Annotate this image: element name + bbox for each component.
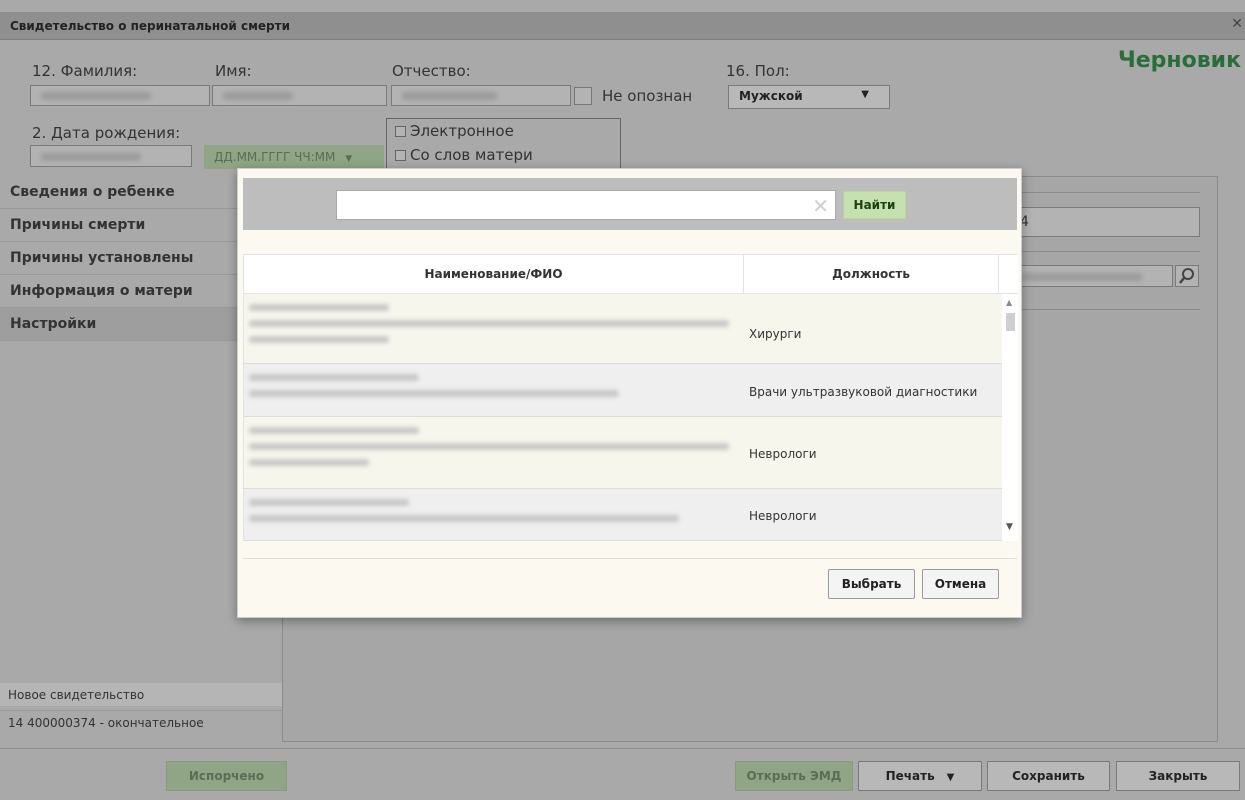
chevron-down-icon: ▼ [345,154,353,164]
checkbox-icon[interactable] [395,149,406,161]
status-label: Черновик [1117,48,1241,73]
find-button[interactable]: Найти [843,191,906,219]
name-field[interactable] [212,85,387,106]
chevron-down-icon: ▼ [861,89,869,100]
electronic-option[interactable]: Электронное [395,122,514,140]
scroll-down-icon[interactable]: ▼ [1006,522,1013,532]
name-cell [249,304,739,352]
datetime-picker[interactable]: ДД.ММ.ГГГГ ЧЧ:ММ ▼ [204,145,384,169]
cancel-button[interactable]: Отмена [922,569,999,599]
column-position[interactable]: Должность [744,255,999,294]
search-button[interactable] [1175,265,1199,287]
sex-select[interactable]: Мужской ▼ [728,85,890,109]
window-title: Свидетельство о перинатальной смерти [10,19,290,33]
surname-field[interactable] [30,85,210,106]
table-row[interactable]: Врачи ультразвуковой диагностики [244,364,1002,417]
open-emd-button[interactable]: Открыть ЭМД [735,761,853,791]
chevron-down-icon: ▼ [946,772,955,783]
divider [1013,309,1200,310]
divider [1013,251,1200,252]
employee-search-field[interactable] [1013,265,1173,287]
table-scrollbar[interactable]: ▲ ▼ [1002,294,1018,541]
employee-table: Наименование/ФИО Должность Хирурги Врачи… [243,254,1018,541]
unidentified-label: Не опознан [602,87,693,105]
sidebar-item-label: Причины смерти [10,217,146,233]
number-field[interactable]: 4 [1013,207,1200,237]
name-cell [249,374,739,406]
print-button[interactable]: Печать ▼ [858,761,982,791]
close-icon[interactable]: ✕ [1231,16,1243,32]
divider [1013,192,1200,193]
select-button[interactable]: Выбрать [828,569,915,599]
unidentified-checkbox[interactable] [574,87,592,105]
electronic-label: Электронное [410,122,514,140]
divider [243,558,1017,559]
surname-label: 12. Фамилия: [32,62,138,80]
table-row[interactable]: Неврологи [244,417,1002,489]
checkbox-icon[interactable] [395,125,406,137]
sidebar-item-label: Сведения о ребенке [10,184,175,200]
save-button[interactable]: Сохранить [987,761,1110,791]
birthdate-label: 2. Дата рождения: [32,124,181,142]
source-group: Электронное Со слов матери [386,118,621,170]
scroll-thumb[interactable] [1006,313,1015,331]
name-cell [249,427,739,475]
column-name[interactable]: Наименование/ФИО [244,255,744,294]
close-button[interactable]: Закрыть [1116,761,1240,791]
position-cell: Неврологи [749,509,817,523]
position-cell: Хирурги [749,327,802,341]
table-row[interactable]: Хирурги [244,294,1002,364]
employee-select-dialog: ✕ Найти Наименование/ФИО Должность Хирур… [237,168,1022,618]
title-bar: Свидетельство о перинатальной смерти ✕ [0,12,1245,40]
datetime-placeholder: ДД.ММ.ГГГГ ЧЧ:ММ [214,150,336,164]
patronymic-field[interactable] [391,85,571,106]
position-cell: Врачи ультразвуковой диагностики [749,385,978,399]
name-label: Имя: [215,62,252,80]
sidebar-item-label: Информация о матери [10,283,193,299]
sex-value: Мужской [739,89,803,103]
sidebar-item-label: Настройки [10,316,97,332]
from-mother-label: Со слов матери [410,146,533,164]
clear-icon[interactable]: ✕ [812,194,829,218]
table-header: Наименование/ФИО Должность [244,255,1018,294]
certificate-final[interactable]: 14 400000374 - окончательное [0,710,282,733]
sidebar-item-label: Причины установлены [10,250,194,266]
scroll-up-icon[interactable]: ▲ [1006,298,1012,307]
certificate-label: Новое свидетельство [8,688,145,702]
from-mother-option[interactable]: Со слов матери [395,146,533,164]
print-label: Печать [885,769,935,783]
certificate-label: 14 400000374 - окончательное [8,716,204,730]
patronymic-label: Отчество: [392,62,471,80]
spoiled-button[interactable]: Испорчено [166,761,287,791]
certificate-new[interactable]: Новое свидетельство [0,683,282,706]
search-input[interactable]: ✕ [336,190,836,220]
name-cell [249,499,739,531]
birthdate-field[interactable] [30,145,192,167]
table-row[interactable]: Неврологи [244,489,1002,541]
sex-label: 16. Пол: [726,62,790,80]
search-bar: ✕ Найти [243,178,1017,230]
position-cell: Неврологи [749,447,817,461]
search-icon [1179,268,1194,284]
